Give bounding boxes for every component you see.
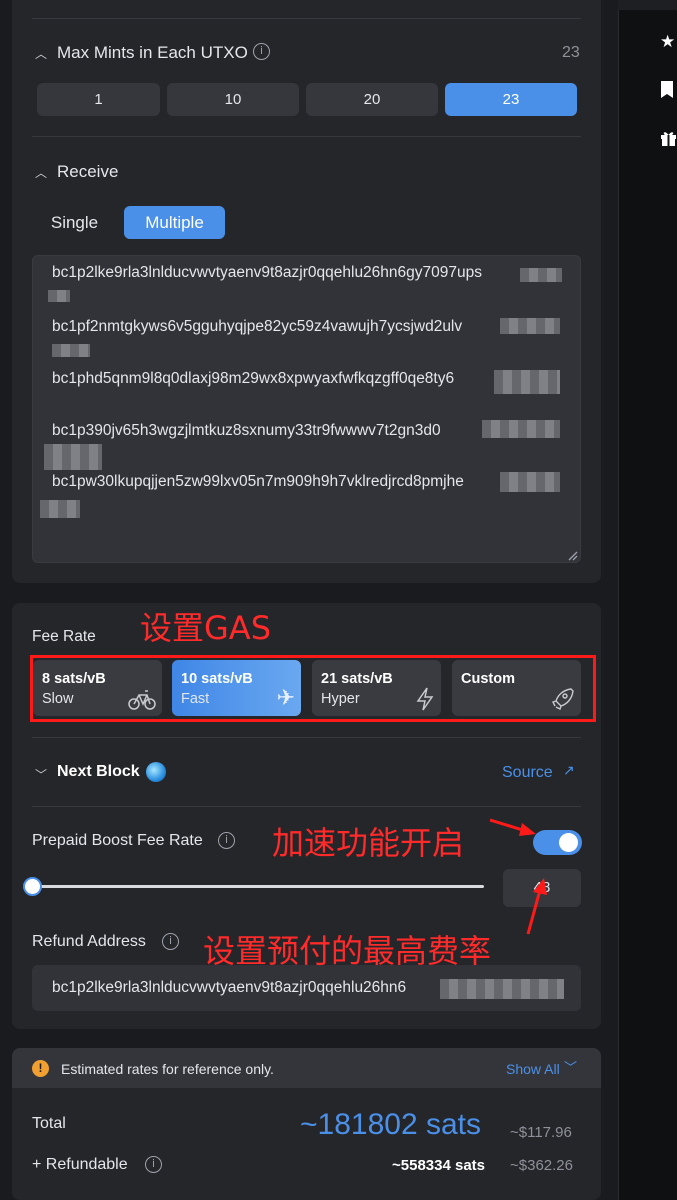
mint-option-23[interactable]: 23 [445, 83, 577, 116]
refund-address-input[interactable]: bc1p2lke9rla3lnlducvwvtyaenv9t8azjr0qqeh… [32, 965, 581, 1011]
status-indicator-icon [146, 762, 166, 782]
tab-single[interactable]: Single [37, 206, 112, 239]
bookmark-icon[interactable] [660, 81, 677, 98]
rail-top-bar [618, 0, 677, 10]
receive-title: Receive [57, 162, 119, 181]
slider-track[interactable] [32, 885, 484, 888]
redaction-mosaic [482, 420, 560, 438]
gift-icon[interactable] [660, 130, 677, 147]
redaction-mosaic [40, 500, 80, 518]
total-value: ~181802 sats [300, 1108, 481, 1141]
mint-option-10[interactable]: 10 [167, 83, 299, 116]
source-link[interactable]: Source [502, 764, 553, 782]
fee-option-rate: 21 sats/vB [321, 671, 393, 687]
address-line: bc1pw30lkupqjjen5zw99lxv05n7m909h9h7vklr… [52, 473, 464, 490]
redaction-mosaic [500, 318, 560, 334]
chevron-down-icon[interactable]: ﹀ [35, 766, 47, 783]
resize-handle-icon[interactable] [566, 548, 578, 561]
right-rail [618, 0, 677, 1200]
fee-option-slow[interactable]: 8 sats/vB Slow [33, 660, 162, 716]
refund-address-value: bc1p2lke9rla3lnlducvwvtyaenv9t8azjr0qqeh… [52, 979, 407, 996]
address-line: bc1phd5qnm9l8q0dlaxj98m29wx8xpwyaxfwfkqz… [52, 370, 455, 387]
star-icon[interactable]: ★ [660, 33, 677, 50]
info-icon[interactable]: i [218, 832, 235, 849]
prepaid-title: Prepaid Boost Fee Rate [32, 832, 203, 849]
toggle-knob [559, 833, 578, 852]
address-line: bc1pf2nmtgkyws6v5gguhyqjpe82yc59z4vawujh… [52, 318, 463, 335]
annotation-arrow-icon [526, 878, 547, 935]
refundable-label: + Refundable [32, 1156, 128, 1173]
warning-icon: ! [32, 1060, 49, 1077]
redaction-mosaic [440, 979, 564, 999]
fee-option-hyper[interactable]: 21 sats/vB Hyper [312, 660, 441, 716]
divider [32, 806, 581, 807]
mints-value: 23 [562, 44, 580, 61]
chevron-down-icon[interactable]: ﹀ [564, 1057, 577, 1076]
total-usd: ~$117.96 [510, 1124, 572, 1141]
fee-option-speed: Fast [181, 691, 210, 707]
address-line: bc1p2lke9rla3lnlducvwvtyaenv9t8azjr0qqeh… [52, 264, 483, 281]
rocket-icon [552, 688, 574, 710]
address-line: bc1p390jv65h3wgzjlmtkuz8sxnumy33tr9fwwwv… [52, 422, 441, 439]
redaction-mosaic [494, 370, 560, 394]
refundable-value: ~558334 sats [392, 1157, 486, 1174]
redaction-mosaic [44, 444, 102, 470]
total-label: Total [32, 1115, 66, 1132]
info-icon[interactable]: i [253, 43, 270, 60]
chevron-up-icon[interactable]: ︿ [35, 45, 47, 62]
fee-option-rate: 10 sats/vB [181, 671, 253, 687]
refundable-usd: ~$362.26 [510, 1157, 573, 1174]
fee-option-speed: Slow [42, 691, 74, 707]
next-block-title: Next Block [57, 763, 140, 780]
airplane-icon: ✈ [276, 686, 295, 711]
prepaid-toggle[interactable] [533, 830, 582, 855]
info-icon[interactable]: i [162, 933, 179, 950]
divider [32, 136, 581, 137]
fee-rate-title: Fee Rate [32, 628, 96, 645]
divider [32, 737, 581, 738]
fee-option-rate: Custom [461, 671, 515, 687]
estimate-notice: Estimated rates for reference only. [61, 1061, 274, 1077]
redaction-mosaic [520, 268, 562, 282]
redaction-mosaic [52, 344, 90, 357]
chevron-up-icon[interactable]: ︿ [35, 164, 47, 181]
lightning-icon [416, 687, 434, 711]
external-link-icon[interactable]: ↗ [563, 762, 575, 779]
fee-option-rate: 8 sats/vB [42, 671, 106, 687]
fee-option-speed: Hyper [321, 691, 360, 707]
show-all-link[interactable]: Show All [506, 1061, 560, 1077]
redaction-mosaic [48, 290, 70, 302]
fee-option-custom[interactable]: Custom [452, 660, 581, 716]
info-icon[interactable]: i [145, 1156, 162, 1173]
annotation-toggle: 加速功能开启 [272, 824, 465, 862]
tab-multiple[interactable]: Multiple [124, 206, 225, 239]
divider [32, 18, 581, 19]
mint-option-1[interactable]: 1 [37, 83, 160, 116]
fee-option-fast[interactable]: 10 sats/vB Fast ✈ [172, 660, 301, 716]
slider-handle[interactable] [23, 877, 42, 896]
mints-title: Max Mints in Each UTXO [57, 43, 248, 62]
redaction-mosaic [500, 472, 560, 492]
annotation-gas: 设置GAS [140, 609, 272, 647]
bicycle-icon [128, 690, 156, 710]
mint-option-20[interactable]: 20 [306, 83, 438, 116]
refund-title: Refund Address [32, 933, 146, 950]
receive-address-textarea[interactable] [32, 255, 581, 563]
annotation-arrow-icon [489, 818, 536, 836]
